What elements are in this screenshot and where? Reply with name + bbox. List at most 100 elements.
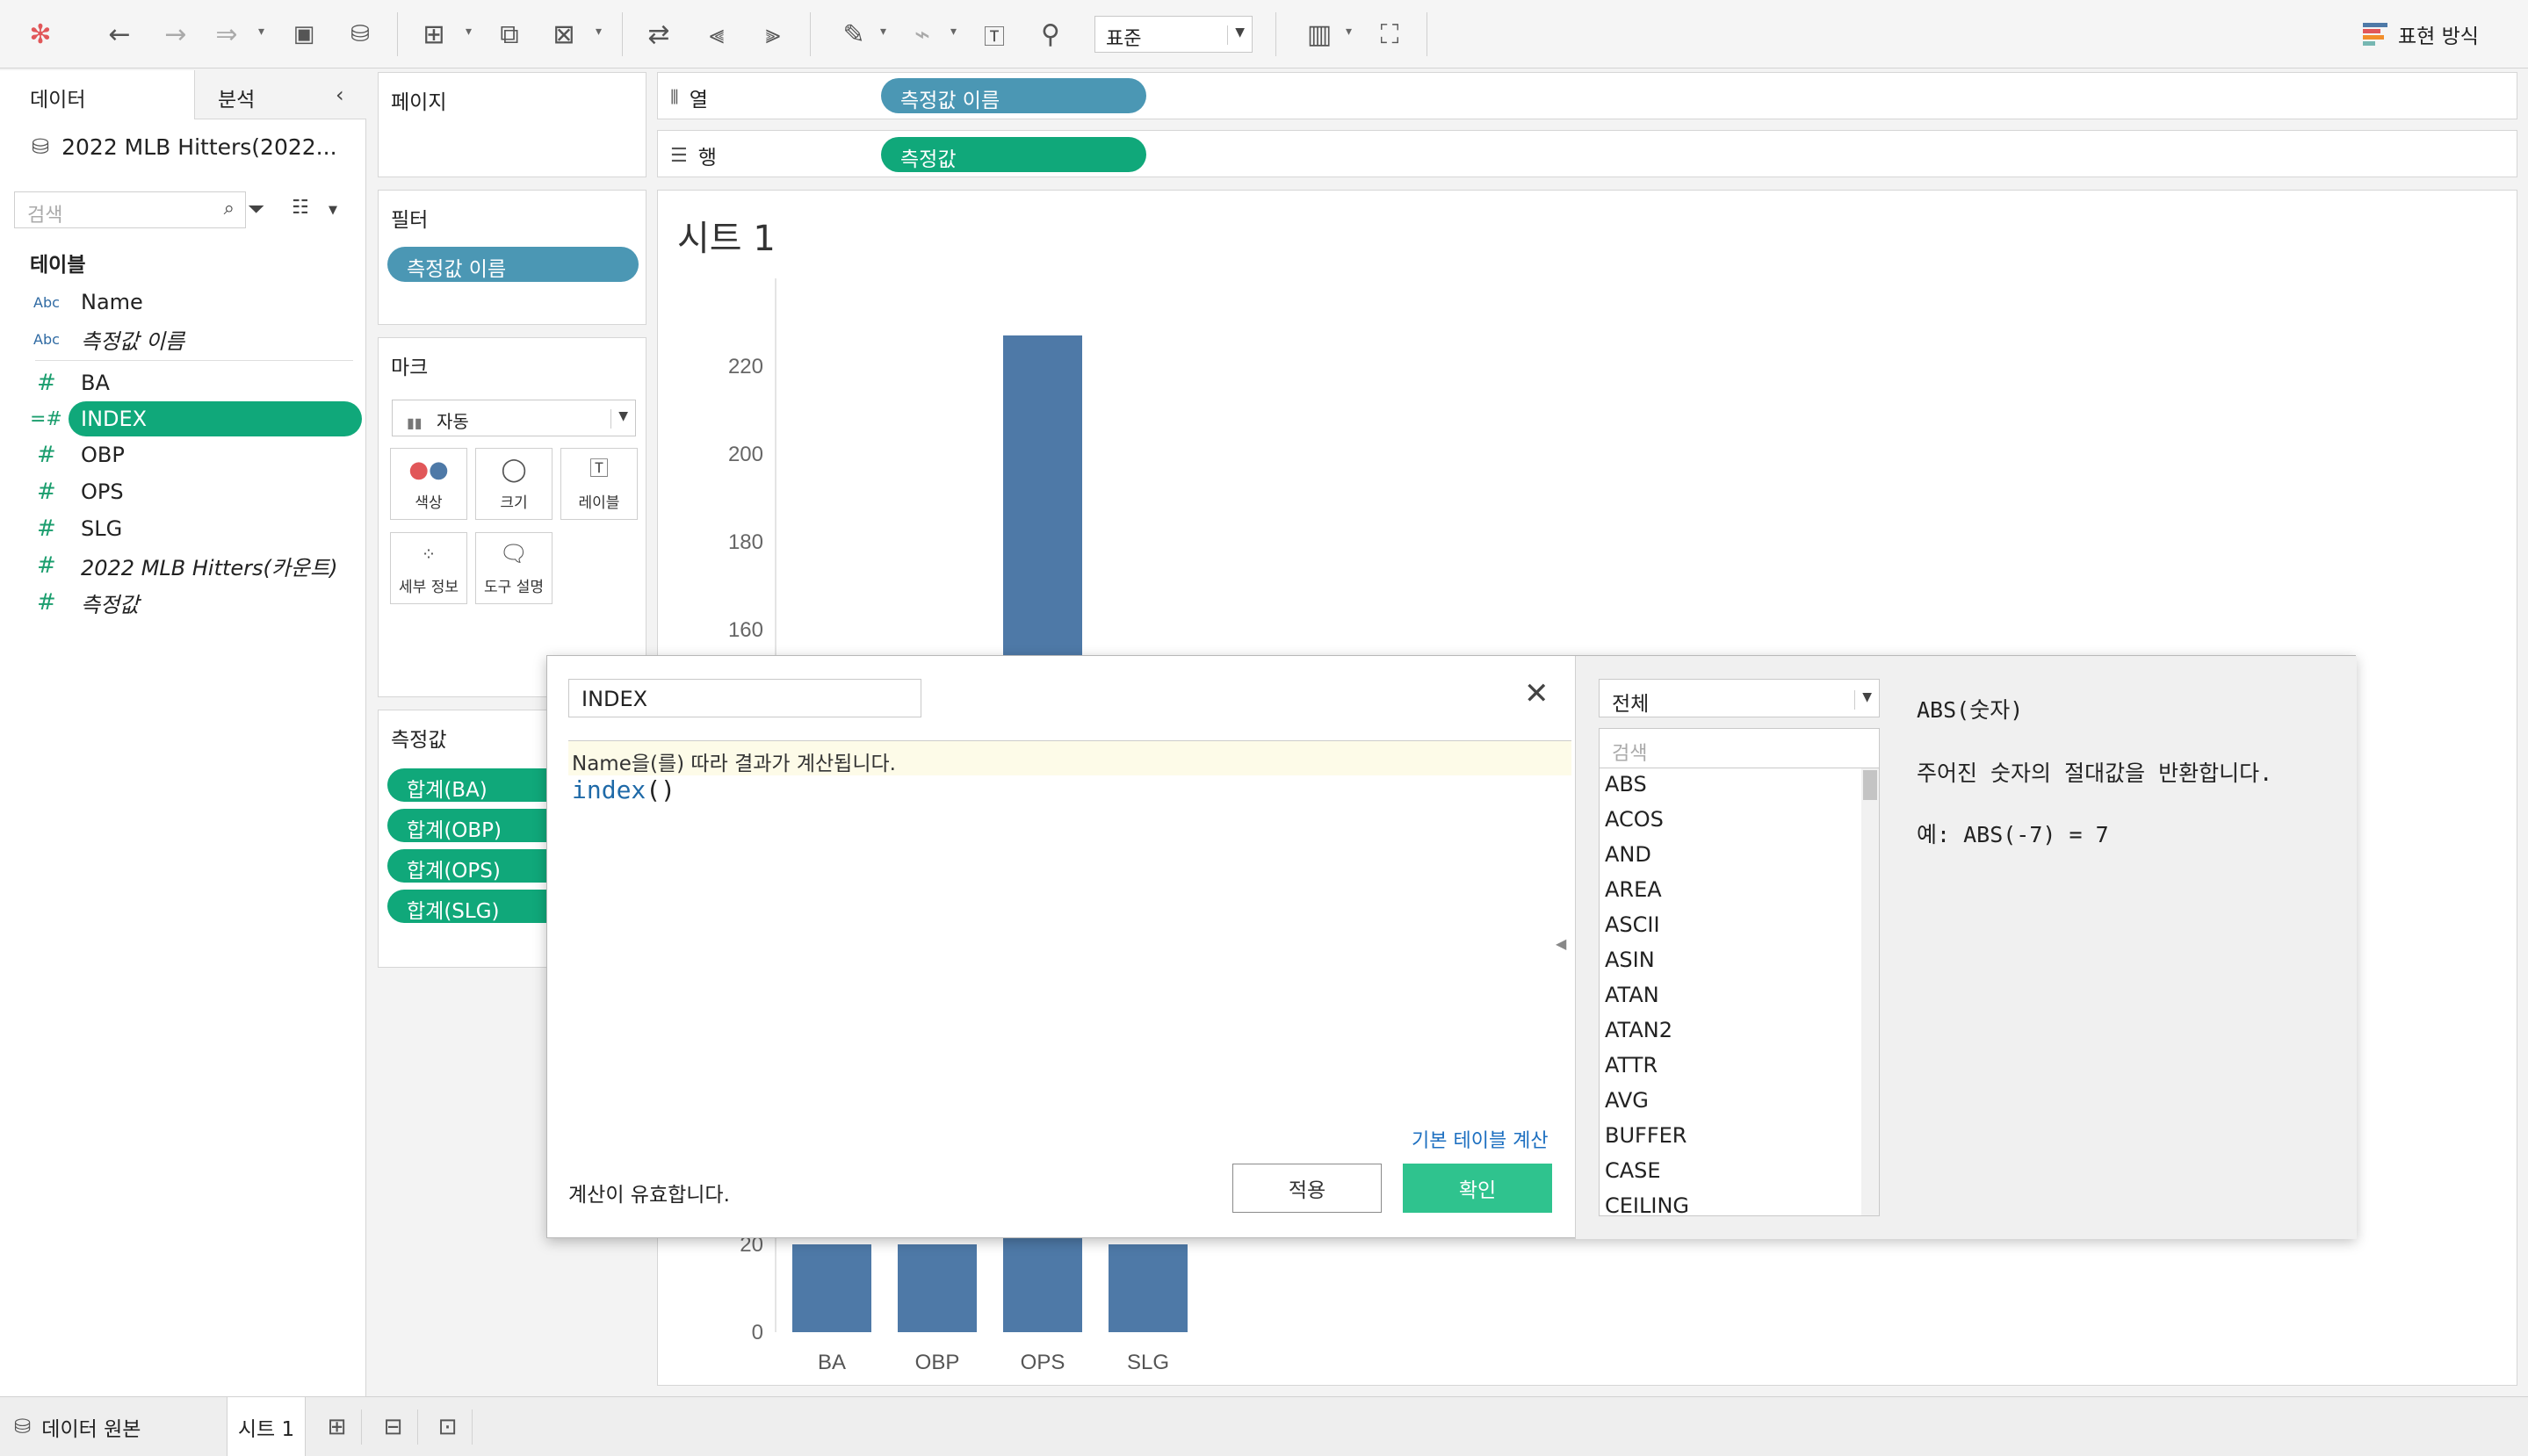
search-icon: ⌕ [223, 198, 235, 220]
collapse-panel-arrow-icon[interactable]: ◀ [1556, 935, 1566, 952]
redo-icon[interactable]: → [155, 14, 197, 54]
bar-obp[interactable] [898, 1244, 977, 1332]
new-dashboard-icon[interactable]: ⊟ [369, 1409, 418, 1445]
detail-button[interactable]: ⁘ 세부 정보 [390, 532, 467, 604]
function-search-input[interactable]: 검색 [1599, 728, 1880, 768]
sort-descending-icon[interactable]: ⫸ [752, 14, 794, 54]
label-button[interactable]: 🅃 레이블 [560, 448, 638, 520]
field-item[interactable]: # OBP [0, 437, 366, 472]
formula-editor[interactable]: index() [572, 775, 675, 804]
duplicate-sheet-icon[interactable]: ⧉ [488, 14, 531, 54]
tableau-logo-icon[interactable]: ✻ [19, 14, 61, 54]
datasource-item[interactable]: ⛁ 2022 MLB Hitters(2022... [32, 128, 337, 165]
ok-button[interactable]: 확인 [1403, 1164, 1552, 1213]
function-list-item[interactable]: ABS [1600, 768, 1879, 804]
show-mark-labels-icon[interactable]: 🅃 [973, 14, 1015, 54]
function-list-item[interactable]: ATTR [1600, 1049, 1879, 1085]
function-list-item[interactable]: CEILING [1600, 1190, 1879, 1215]
swap-rows-columns-icon[interactable]: ⇄ [638, 14, 680, 54]
field-item[interactable]: # OPS [0, 474, 366, 509]
new-worksheet-caret-icon[interactable]: ▾ [466, 25, 472, 39]
tooltip-button[interactable]: 🗨 도구 설명 [475, 532, 553, 604]
filter-icon[interactable]: ⏷ [248, 197, 264, 221]
apply-button[interactable]: 적용 [1232, 1164, 1382, 1213]
sheet-tab[interactable]: 시트 1 [227, 1397, 306, 1456]
view-list-icon[interactable]: ☷ [292, 197, 309, 219]
pages-card[interactable]: 페이지 [378, 72, 646, 177]
function-list-scrollbar[interactable] [1861, 768, 1879, 1215]
bar-chart-icon: ▮▮ [407, 414, 423, 431]
field-item[interactable]: Abc 측정값 이름 [0, 321, 366, 357]
replace-data-caret-icon[interactable]: ▾ [258, 25, 264, 39]
tooltip-icon: 🗨 [499, 540, 529, 567]
string-type-icon: Abc [33, 330, 60, 348]
highlight-icon[interactable]: ✎ [833, 14, 875, 54]
function-list-item[interactable]: ACOS [1600, 804, 1879, 839]
field-label: OBP [81, 443, 125, 467]
rows-pill[interactable]: 측정값 [881, 137, 1146, 172]
fix-axes-icon[interactable]: ⚲ [1029, 14, 1072, 54]
measure-pill[interactable]: 합계(BA) [387, 768, 563, 802]
close-icon[interactable]: ✕ [1524, 679, 1549, 709]
measure-pill[interactable]: 합계(SLG) [387, 890, 563, 923]
rows-shelf[interactable]: ☰ 행 측정값 [657, 130, 2517, 177]
mark-type-select[interactable]: ▮▮ 자동 ▼ [392, 400, 636, 436]
replace-data-icon[interactable]: ⇒ [206, 14, 248, 54]
columns-pill[interactable]: 측정값 이름 [881, 78, 1146, 113]
color-button-label: 색상 [415, 494, 443, 512]
measure-pill[interactable]: 합계(OBP) [387, 809, 563, 842]
filter-pill[interactable]: 측정값 이름 [387, 247, 639, 282]
field-item[interactable]: # BA [0, 365, 366, 400]
color-button[interactable]: ●● 색상 [390, 448, 467, 520]
undo-icon[interactable]: ← [98, 14, 141, 54]
field-item[interactable]: # 2022 MLB Hitters(카운트) [0, 548, 366, 583]
show-me-button[interactable]: 표현 방식 [2363, 19, 2479, 49]
function-list-item[interactable]: ASCII [1600, 909, 1879, 944]
new-worksheet-icon[interactable]: ⊞ [413, 14, 455, 54]
field-item[interactable]: Abc Name [0, 285, 366, 320]
function-list-item[interactable]: BUFFER [1600, 1120, 1879, 1155]
presentation-mode-icon[interactable]: ⛶ [1369, 14, 1411, 54]
function-list-item[interactable]: AND [1600, 839, 1879, 874]
function-list[interactable]: ABS ACOS AND AREA ASCII ASIN ATAN ATAN2 ATTR AVG B… [1599, 768, 1880, 1216]
field-search-input[interactable]: 검색 ⌕ [14, 191, 246, 228]
measure-pill[interactable]: 합계(OPS) [387, 849, 563, 883]
field-item[interactable]: # 측정값 [0, 585, 366, 620]
function-list-item[interactable]: AREA [1600, 874, 1879, 909]
datasource-tab[interactable]: ⛁ 데이터 원본 [0, 1397, 225, 1456]
clear-sheet-icon[interactable]: ⊠ [543, 14, 585, 54]
function-list-item[interactable]: ASIN [1600, 944, 1879, 979]
function-list-item[interactable]: ATAN2 [1600, 1014, 1879, 1049]
bar-slg[interactable] [1109, 1244, 1188, 1332]
y-tick-label: 180 [728, 530, 763, 554]
view-list-caret-icon[interactable]: ▼ [329, 204, 337, 217]
group-members-icon[interactable]: ⌁ [901, 14, 943, 54]
new-worksheet-icon[interactable]: ⊞ [313, 1409, 362, 1445]
group-caret-icon[interactable]: ▾ [950, 25, 957, 39]
field-item[interactable]: # SLG [0, 511, 366, 546]
function-list-item[interactable]: CASE [1600, 1155, 1879, 1190]
function-list-item[interactable]: ATAN [1600, 979, 1879, 1014]
function-category-select[interactable]: 전체 ▼ [1599, 679, 1880, 717]
show-cards-caret-icon[interactable]: ▾ [1346, 25, 1352, 39]
toolbar-divider [622, 12, 623, 56]
fit-select[interactable]: 표준 ▼ [1094, 16, 1253, 53]
new-datasource-icon[interactable]: ⛁ [339, 14, 381, 54]
field-item-selected[interactable]: =# INDEX [0, 401, 366, 436]
collapse-pane-icon[interactable]: ‹ [336, 83, 344, 107]
columns-shelf[interactable]: ⦀ 열 측정값 이름 [657, 72, 2517, 119]
bar-ba[interactable] [792, 1244, 871, 1332]
new-story-icon[interactable]: ⊡ [423, 1409, 473, 1445]
function-list-item[interactable]: AVG [1600, 1085, 1879, 1120]
default-table-calc-link[interactable]: 기본 테이블 계산 [1412, 1125, 1549, 1153]
sort-ascending-icon[interactable]: ⫷ [696, 14, 738, 54]
filters-card[interactable]: 필터 측정값 이름 [378, 190, 646, 325]
scrollbar-thumb[interactable] [1863, 770, 1877, 800]
clear-sheet-caret-icon[interactable]: ▾ [596, 25, 602, 39]
tab-data[interactable]: 데이터 [0, 70, 195, 119]
calculation-name-input[interactable]: INDEX [568, 679, 921, 717]
show-cards-icon[interactable]: ▥ [1298, 14, 1340, 54]
highlight-caret-icon[interactable]: ▾ [880, 25, 886, 39]
save-icon[interactable]: ▣ [283, 14, 325, 54]
size-button[interactable]: ◯ 크기 [475, 448, 553, 520]
